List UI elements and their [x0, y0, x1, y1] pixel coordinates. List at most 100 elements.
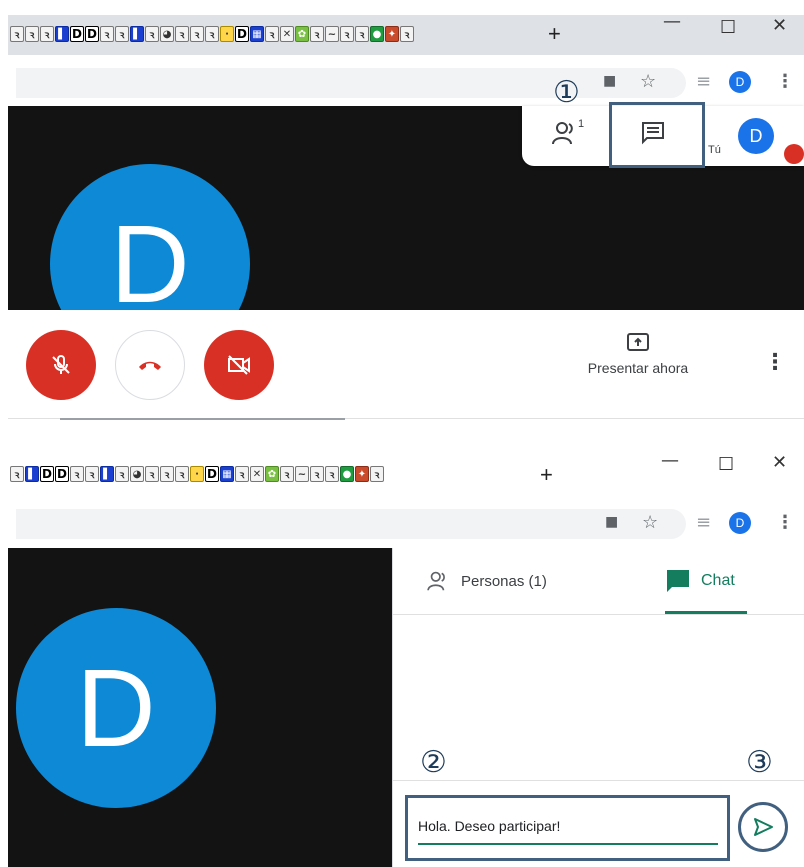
pinned-tab-favicon[interactable]: D	[235, 26, 249, 42]
pinned-tab-favicon[interactable]: ꝛ	[85, 466, 99, 482]
participant-avatar-2: D	[16, 608, 216, 808]
self-avatar: D	[738, 118, 774, 154]
close-button-2[interactable]: ✕	[772, 452, 787, 473]
pinned-tab-favicon[interactable]: ꝛ	[310, 466, 324, 482]
muted-icon	[784, 144, 804, 164]
pinned-tab-favicon[interactable]: ꝛ	[355, 26, 369, 42]
pinned-tab-favicon[interactable]: ꝛ	[325, 466, 339, 482]
new-tab-button-2[interactable]: +	[540, 462, 553, 488]
minimize-button-2[interactable]: —	[661, 450, 679, 471]
media-icon-2[interactable]: ≡	[696, 512, 711, 533]
pinned-tab-favicon[interactable]: ꝛ	[310, 26, 324, 42]
tab-people-label: Personas (1)	[461, 572, 547, 590]
hang-up-button[interactable]	[115, 330, 185, 400]
profile-avatar-2[interactable]: D	[729, 512, 751, 534]
step-2-marker: ②	[420, 745, 447, 780]
pinned-tab-favicon[interactable]: ▦	[250, 26, 264, 42]
pinned-tab-favicon[interactable]: ꝛ	[235, 466, 249, 482]
close-button[interactable]: ✕	[772, 15, 787, 36]
people-button[interactable]: 1	[552, 118, 585, 151]
present-now-button[interactable]: Presentar ahora	[568, 332, 708, 392]
pinned-tabs-2[interactable]: ꝛ ▌ D Dꝛ ꝛ ▌ ꝛ ◕ ꝛ ꝛ ꝛ · D ▦ ꝛ ✕ ✿ ꝛ ~ ꝛ ꝛ ● ✦ ꝛ	[10, 466, 384, 482]
maximize-button-2[interactable]: ☐	[718, 454, 734, 475]
pinned-tab-favicon[interactable]: ✕	[280, 26, 294, 42]
pinned-tab-favicon[interactable]: ~	[325, 26, 339, 42]
pinned-tab-favicon[interactable]: ·	[190, 466, 204, 482]
pinned-tab-favicon[interactable]: ꝛ	[145, 26, 159, 42]
minimize-button[interactable]: —	[663, 11, 681, 32]
video-off-icon	[228, 355, 250, 375]
pinned-tab-favicon[interactable]: D	[70, 26, 84, 42]
camera-off-button[interactable]	[204, 330, 274, 400]
pinned-tab-favicon[interactable]: ▌	[25, 466, 39, 482]
pinned-tab-favicon[interactable]: D	[40, 466, 54, 482]
pinned-tab-favicon[interactable]: ꝛ	[175, 466, 189, 482]
present-icon	[627, 333, 649, 351]
divider-dark	[60, 418, 345, 420]
address-field[interactable]	[16, 68, 686, 98]
menu-icon[interactable]: ⋮	[776, 71, 794, 92]
mic-off-icon	[52, 355, 70, 374]
send-button[interactable]	[738, 802, 788, 852]
star-icon[interactable]: ☆	[640, 71, 656, 92]
pinned-tab-favicon[interactable]: ꝛ	[265, 26, 279, 42]
pinned-tab-favicon[interactable]: ꝛ	[115, 26, 129, 42]
pinned-tab-favicon[interactable]: D	[205, 466, 219, 482]
toolbar-2: ■ ☆ ≡ D ⋮	[8, 500, 804, 548]
pinned-tab-favicon[interactable]: ✿	[295, 26, 309, 42]
menu-icon-2[interactable]: ⋮	[776, 512, 794, 533]
pinned-tab-favicon[interactable]: ꝛ	[280, 466, 294, 482]
pinned-tab-favicon[interactable]: ꝛ	[100, 26, 114, 42]
composer-divider	[393, 780, 804, 781]
pinned-tab-favicon[interactable]: ▦	[220, 466, 234, 482]
pinned-tab-favicon[interactable]: ✿	[265, 466, 279, 482]
star-icon-2[interactable]: ☆	[642, 512, 658, 533]
pinned-tab-favicon[interactable]: ~	[295, 466, 309, 482]
pinned-tab-favicon[interactable]: D	[55, 466, 69, 482]
pinned-tab-favicon[interactable]: ·	[220, 26, 234, 42]
new-tab-button[interactable]: +	[548, 21, 561, 47]
mute-mic-button[interactable]	[26, 330, 96, 400]
pinned-tab-favicon[interactable]: D	[85, 26, 99, 42]
pinned-tab-favicon[interactable]: ꝛ	[340, 26, 354, 42]
profile-avatar[interactable]: D	[729, 71, 751, 93]
pinned-tab-favicon[interactable]: ꝛ	[370, 466, 384, 482]
pinned-tab-favicon[interactable]: ✕	[250, 466, 264, 482]
pinned-tab-favicon[interactable]: ꝛ	[145, 466, 159, 482]
pinned-tab-favicon[interactable]: ꝛ	[175, 26, 189, 42]
participant-avatar: D	[50, 164, 250, 310]
camera-icon[interactable]: ■	[603, 73, 616, 89]
pinned-tabs[interactable]: ꝛ ꝛ ꝛ ▌ D Dꝛ ꝛ ▌ ꝛ ◕ ꝛ ꝛ ꝛ · D ▦ ꝛ ✕ ✿ ꝛ ~ ꝛ ꝛ ● ✦ ꝛ	[10, 26, 414, 42]
message-input[interactable]: Hola. Deseo participar!	[418, 818, 560, 834]
present-label: Presentar ahora	[587, 360, 689, 376]
pinned-tab-favicon[interactable]: ꝛ	[70, 466, 84, 482]
pinned-tab-favicon[interactable]: ꝛ	[25, 26, 39, 42]
pinned-tab-favicon[interactable]: ꝛ	[10, 26, 24, 42]
pinned-tab-favicon[interactable]: ◕	[130, 466, 144, 482]
chat-bubble-icon	[667, 570, 689, 592]
pinned-tab-favicon[interactable]: ◕	[160, 26, 174, 42]
pinned-tab-favicon[interactable]: ✦	[355, 466, 369, 482]
pinned-tab-favicon[interactable]: ꝛ	[160, 466, 174, 482]
tab-chat[interactable]: Chat	[665, 568, 735, 594]
pinned-tab-favicon[interactable]: ꝛ	[115, 466, 129, 482]
pinned-tab-favicon[interactable]: ▌	[55, 26, 69, 42]
more-options-icon[interactable]: ⋮	[764, 350, 786, 375]
address-field-2[interactable]	[16, 509, 686, 539]
pinned-tab-favicon[interactable]: ꝛ	[190, 26, 204, 42]
tab-people[interactable]: Personas (1)	[427, 570, 547, 592]
people-icon-2	[427, 571, 445, 591]
pinned-tab-favicon[interactable]: ꝛ	[205, 26, 219, 42]
pinned-tab-favicon[interactable]: ꝛ	[40, 26, 54, 42]
participants-count: 1	[578, 118, 585, 130]
pinned-tab-favicon[interactable]: ꝛ	[10, 466, 24, 482]
maximize-button[interactable]: ☐	[720, 17, 736, 38]
pinned-tab-favicon[interactable]: ●	[370, 26, 384, 42]
pinned-tab-favicon[interactable]: ▌	[130, 26, 144, 42]
camera-icon-2[interactable]: ■	[605, 514, 618, 530]
pinned-tab-favicon[interactable]: ●	[340, 466, 354, 482]
pinned-tab-favicon[interactable]: ▌	[100, 466, 114, 482]
pinned-tab-favicon[interactable]: ꝛ	[400, 26, 414, 42]
pinned-tab-favicon[interactable]: ✦	[385, 26, 399, 42]
media-icon[interactable]: ≡	[696, 71, 711, 92]
